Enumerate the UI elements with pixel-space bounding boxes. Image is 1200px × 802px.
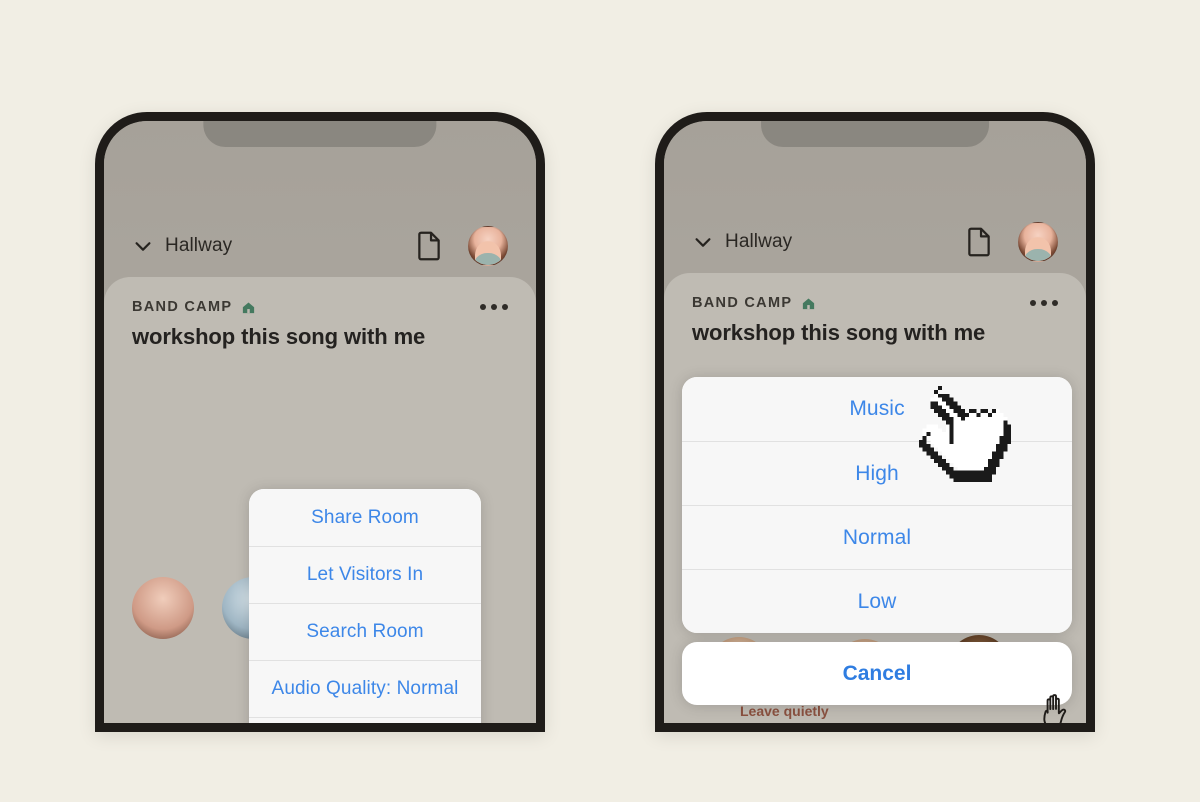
action-item-share-room[interactable]: Share Room — [249, 489, 481, 546]
pointing-hand-cursor — [918, 386, 1012, 483]
audio-quality-option-low[interactable]: Low — [682, 569, 1072, 633]
phone-screen-left: Hallway BAND CAMP workshop this song wit… — [104, 121, 536, 723]
room-category-label: BAND CAMP — [132, 299, 233, 315]
more-horizontal-icon[interactable] — [1030, 300, 1058, 306]
action-item-end-room[interactable]: End Room — [249, 717, 481, 723]
room-category-label: BAND CAMP — [692, 295, 793, 311]
participant[interactable] — [132, 577, 194, 639]
audio-quality-option-normal[interactable]: Normal — [682, 505, 1072, 569]
phone-mockup-right: Hallway BAND CAMP workshop this song wit… — [655, 112, 1095, 732]
chevron-down-icon — [695, 238, 711, 247]
chevron-down-icon — [135, 242, 151, 251]
screenshot-canvas: Hallway BAND CAMP workshop this song wit… — [0, 0, 1200, 802]
house-icon — [803, 298, 815, 309]
cancel-button-right[interactable]: Cancel — [682, 642, 1072, 705]
phone-mockup-left: Hallway BAND CAMP workshop this song wit… — [95, 112, 545, 732]
action-item-search-room[interactable]: Search Room — [249, 603, 481, 660]
top-navigation-bar-left: Hallway — [104, 217, 536, 275]
document-icon[interactable] — [416, 231, 442, 261]
document-icon[interactable] — [966, 227, 992, 257]
room-title-right: workshop this song with me — [692, 320, 986, 345]
top-navigation-bar-right: Hallway — [664, 213, 1086, 271]
leave-quietly-label[interactable]: Leave quietly — [740, 703, 829, 719]
phone-screen-right: Hallway BAND CAMP workshop this song wit… — [664, 121, 1086, 723]
card-header-left: BAND CAMP — [132, 299, 508, 315]
room-title-left: workshop this song with me — [132, 324, 426, 349]
action-sheet-left: Share Room Let Visitors In Search Room A… — [249, 489, 481, 723]
room-name-label: Hallway — [165, 235, 233, 256]
dynamic-island — [203, 121, 437, 147]
avatar[interactable] — [1018, 222, 1058, 262]
action-item-let-visitors-in[interactable]: Let Visitors In — [249, 546, 481, 603]
house-icon — [243, 302, 255, 313]
room-name-label: Hallway — [725, 231, 793, 252]
raised-hand-icon[interactable] — [1039, 691, 1073, 723]
action-item-audio-quality[interactable]: Audio Quality: Normal — [249, 660, 481, 717]
more-horizontal-icon[interactable] — [480, 304, 508, 310]
participant-avatar — [132, 577, 194, 639]
room-selector-left[interactable]: Hallway — [132, 235, 232, 257]
avatar[interactable] — [468, 226, 508, 266]
dynamic-island — [761, 121, 989, 147]
action-sheet-group-left: Share Room Let Visitors In Search Room A… — [249, 489, 481, 723]
room-selector-right[interactable]: Hallway — [692, 231, 792, 253]
card-header-right: BAND CAMP — [692, 295, 1058, 311]
